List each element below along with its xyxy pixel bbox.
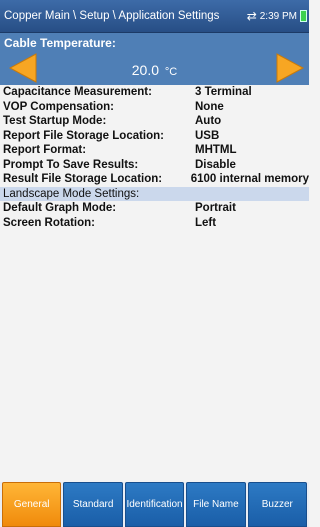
clock: 2:39 PM [259,10,297,22]
setting-value[interactable]: USB [195,130,309,142]
setting-value[interactable]: None [195,101,309,113]
tab-buzzer[interactable]: Buzzer [247,482,308,527]
tab-file-name[interactable]: File Name [186,482,246,527]
cable-temperature-panel: Cable Temperature: 20.0 °C [0,33,309,85]
setting-value[interactable]: 6100 internal memory [191,173,309,185]
setting-label: Report Format: [3,144,87,157]
setting-value[interactable]: Disable [195,159,309,171]
landscape-section-header: Landscape Mode Settings: [0,186,309,201]
setting-row-graph-mode[interactable]: Default Graph Mode: Portrait [0,201,309,216]
setting-row-result-storage[interactable]: Result File Storage Location: 6100 inter… [0,172,309,187]
tab-standard[interactable]: Standard [63,482,123,527]
setting-value[interactable]: Auto [195,115,309,127]
tab-bar: General Standard Identification File Nam… [0,482,309,527]
setting-label: Default Graph Mode: [3,202,117,215]
right-arrow-icon [276,53,305,83]
status-area: ⇄ 2:39 PM [247,9,309,23]
settings-list: Capacitance Measurement: 3 Terminal VOP … [0,85,309,230]
breadcrumb: Copper Main \ Setup \ Application Settin… [4,10,220,22]
setting-row-capacitance[interactable]: Capacitance Measurement: 3 Terminal [0,85,309,100]
network-arrows-icon: ⇄ [246,9,257,23]
setting-label: VOP Compensation: [3,100,114,113]
setting-label: Test Startup Mode: [3,115,107,128]
setting-label: Result File Storage Location: [3,173,163,186]
battery-icon [300,10,307,22]
setting-label: Report File Storage Location: [3,129,165,142]
setting-value[interactable]: Portrait [195,202,309,214]
title-bar: Copper Main \ Setup \ Application Settin… [0,0,309,33]
setting-label: Screen Rotation: [3,216,96,229]
tab-identification[interactable]: Identification [124,482,185,527]
setting-row-screen-rotation[interactable]: Screen Rotation: Left [0,216,309,231]
setting-row-report-storage[interactable]: Report File Storage Location: USB [0,129,309,144]
setting-value[interactable]: 3 Terminal [195,86,309,98]
setting-label: Capacitance Measurement: [3,86,152,99]
setting-row-startup-mode[interactable]: Test Startup Mode: Auto [0,114,309,129]
temperature-unit: °C [164,66,178,78]
setting-row-vop[interactable]: VOP Compensation: None [0,100,309,115]
temperature-number: 20.0 [131,62,159,78]
setting-value[interactable]: Left [195,217,309,229]
setting-label: Prompt To Save Results: [3,158,139,171]
cable-temperature-label: Cable Temperature: [4,36,116,50]
setting-value[interactable]: MHTML [195,144,309,156]
section-label: Landscape Mode Settings: [3,187,140,200]
tab-general[interactable]: General [2,482,62,527]
setting-row-prompt-save[interactable]: Prompt To Save Results: Disable [0,158,309,173]
setting-row-report-format[interactable]: Report Format: MHTML [0,143,309,158]
increase-temperature-button[interactable] [275,52,305,84]
cable-temperature-value[interactable]: 20.0 °C [0,62,309,78]
